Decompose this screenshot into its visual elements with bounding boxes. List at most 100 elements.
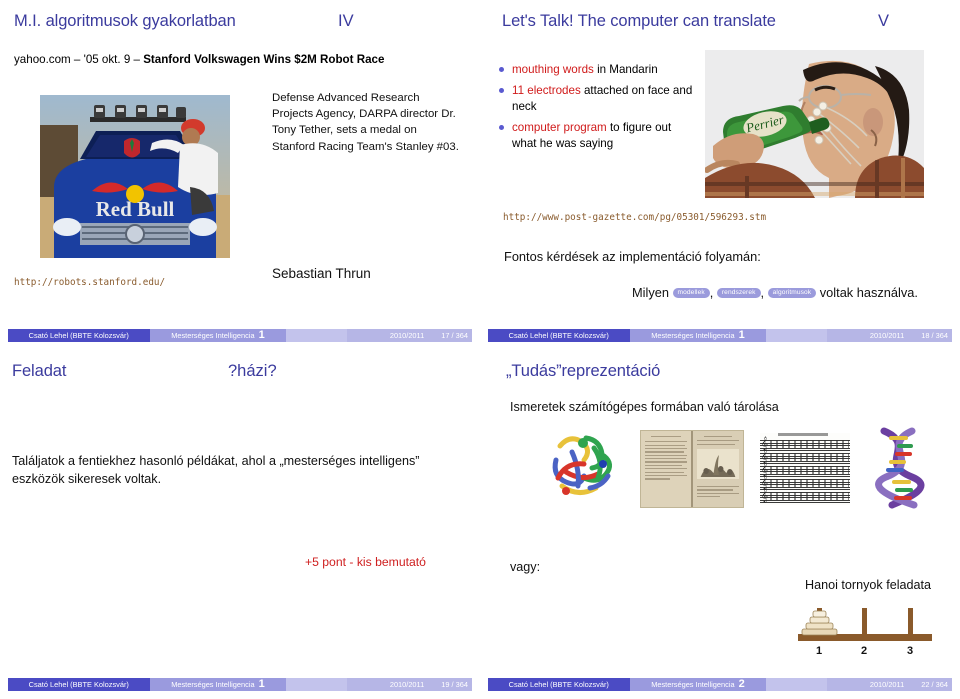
music-staff: 𝄞 [760,436,850,451]
slide-deck: M.I. algoritmusok gyakorlatban IV yahoo.… [0,0,960,699]
footer-frame-number: 1 [258,329,265,341]
protein-ribbon-svg [546,425,624,508]
slide-1-caption: Defense Advanced Research Projects Agenc… [272,92,459,153]
slide-1-footer: Csató Lehel (BBTE Kolozsvár) Mesterséges… [8,329,472,342]
treble-clef-icon: 𝄞 [761,462,769,476]
footer-course-label: Mesterséges Intelligencia [651,331,735,340]
slide-4-hanoi-title: Hanoi tornyok feladata [805,578,932,592]
slide-3-bonus-text: +5 pont - kis bemutató [305,555,426,569]
slide-4-vagy-label: vagy: [510,560,541,574]
music-heading [778,433,828,436]
hanoi-towers-diagram: 1 2 3 [790,600,940,663]
footer-author: Csató Lehel (BBTE Kolozsvár) [8,678,150,691]
protein-ribbon-image [546,425,624,513]
footer-spacer [766,329,827,342]
slide-1-title-number: IV [338,12,354,30]
electrodes-photo: Perrier [705,50,924,198]
slide-4-footer: Csató Lehel (BBTE Kolozsvár) Mesterséges… [488,678,952,691]
pill-rendszerek[interactable]: rendszerek [716,287,761,298]
list-item: computer program to figure out what he w… [498,120,698,152]
hanoi-disk-3 [805,622,834,630]
headline-bold: Stanford Volkswagen Wins $2M Robot Race [143,53,385,66]
footer-page: 19 / 364 [430,678,472,691]
slide-3-task-text: Találjatok a fentiekhez hasonló példákat… [12,454,420,487]
footer-date: 2010/2011 [346,678,431,691]
svg-text:Red Bull: Red Bull [96,197,175,221]
headline-source: yahoo.com – '05 okt. 9 – [14,53,144,66]
hanoi-disk-4 [801,628,838,636]
hanoi-peg-label-3: 3 [907,645,913,657]
footer-author: Csató Lehel (BBTE Kolozsvár) [488,678,630,691]
footer-spacer [286,329,347,342]
slide-2-footer: Csató Lehel (BBTE Kolozsvár) Mesterséges… [488,329,952,342]
treble-clef-icon: 𝄞 [761,488,769,502]
hanoi-disk-2 [809,616,830,624]
footer-date: 2010/2011 [826,678,911,691]
footer-course: Mesterséges Intelligencia 1 [629,329,767,342]
slide-2: Let's Talk! The computer can translate V… [480,0,960,350]
bullet-highlight: 11 electrodes [512,83,581,97]
hanoi-towers-svg: 1 2 3 [798,608,932,657]
footer-page: 17 / 364 [430,329,472,342]
footer-course-label: Mesterséges Intelligencia [171,331,255,340]
book-engraving [697,448,739,479]
footer-author: Csató Lehel (BBTE Kolozsvár) [8,329,150,342]
hanoi-disk-1 [812,610,827,618]
slide-4: „Tudás”reprezentáció Ismeretek számítógé… [480,350,960,699]
footer-course-label: Mesterséges Intelligencia [171,680,255,689]
slide-3-title-number: ?házi? [228,362,277,380]
slide-1: M.I. algoritmusok gyakorlatban IV yahoo.… [0,0,480,350]
hanoi-peg-2 [862,608,867,635]
slide-1-title: M.I. algoritmusok gyakorlatban [14,12,236,30]
bullet-highlight: computer program [512,120,607,134]
hanoi-peg-label-2: 2 [861,645,867,657]
slide-2-title: Let's Talk! The computer can translate [502,12,776,30]
bullet-highlight: mouthing words [512,63,594,76]
footer-page: 18 / 364 [910,329,952,342]
footer-frame-number: 1 [738,329,745,341]
milyen-prefix: Milyen [632,285,673,300]
slide-1-headline: yahoo.com – '05 okt. 9 – Stanford Volksw… [14,52,444,68]
pill-modellek[interactable]: modellek [672,287,710,298]
bullet-icon [499,87,504,93]
treble-clef-icon: 𝄞 [761,436,769,450]
footer-course: Mesterséges Intelligencia 2 [629,678,767,691]
slide-4-subtitle: Ismeretek számítógépes formában való tár… [510,400,779,414]
footer-page: 22 / 364 [910,678,952,691]
book-page-left [641,431,691,507]
stanley-car-photo-svg: Red Bull [40,95,230,258]
knowledge-representation-gallery: 𝄞 𝄞 𝄞 𝄞 𝄞 [546,420,938,518]
treble-clef-icon: 𝄞 [761,449,769,463]
dna-helix-svg [866,424,938,509]
slide-1-source-url[interactable]: http://robots.stanford.edu/ [14,277,165,288]
footer-course: Mesterséges Intelligencia 1 [149,329,287,342]
pill-algoritmusok[interactable]: algoritmusok [767,287,817,298]
footer-frame-number: 1 [258,678,265,690]
open-book-image [640,430,744,508]
footer-spacer [766,678,827,691]
bullet-rest: in Mandarin [593,63,658,76]
electrodes-photo-svg: Perrier [705,50,924,198]
list-item: mouthing words in Mandarin [498,62,698,78]
treble-clef-icon: 𝄞 [761,475,769,489]
music-staff: 𝄞 [760,488,850,503]
music-staff: 𝄞 [760,449,850,464]
list-item: 11 electrodes attached on face and neck [498,83,698,115]
stanley-car-photo: Red Bull [40,95,230,258]
slide-3-title: Feladat [12,362,67,380]
slide-2-question: Fontos kérdések az implementáció folyamá… [504,249,761,264]
sheet-music-image: 𝄞 𝄞 𝄞 𝄞 𝄞 [760,433,850,505]
slide-4-title: „Tudás”reprezentáció [506,362,661,380]
slide-2-title-number: V [878,12,890,30]
slide-2-source-url[interactable]: http://www.post-gazette.com/pg/05301/596… [503,212,766,223]
pill-sep-2: , [760,285,768,300]
music-staff: 𝄞 [760,462,850,477]
bullet-icon [499,67,504,72]
slide-2-milyen-sentence: Milyen modellek, rendszerek, algoritmuso… [632,285,918,300]
dna-helix-image [866,424,938,514]
footer-date: 2010/2011 [346,329,431,342]
slide-3-footer: Csató Lehel (BBTE Kolozsvár) Mesterséges… [8,678,472,691]
slide-1-person-name: Sebastian Thrun [272,266,371,281]
book-page-right [693,431,743,507]
hanoi-peg-label-1: 1 [816,645,822,657]
